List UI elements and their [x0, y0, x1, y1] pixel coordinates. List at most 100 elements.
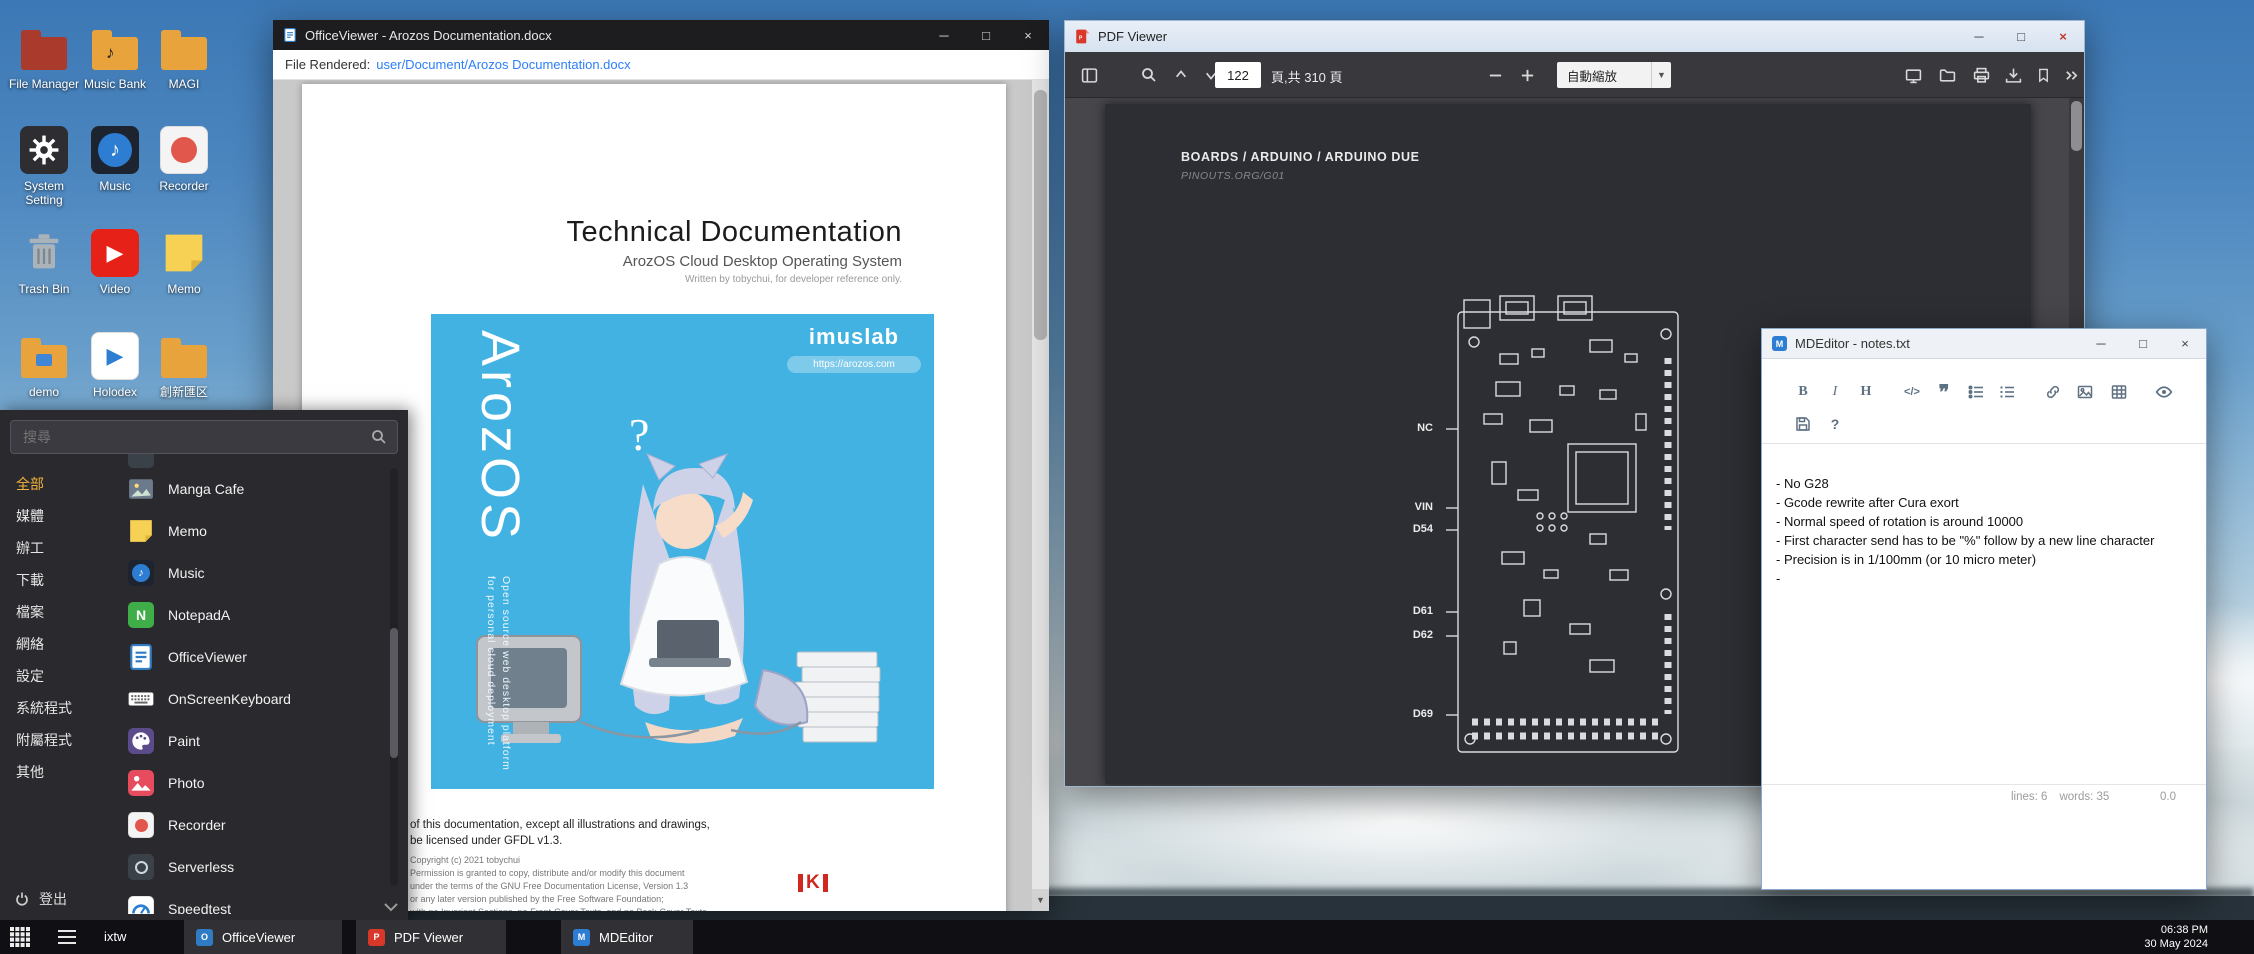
minimize-button[interactable]: ─	[2080, 329, 2122, 358]
taskbar-button-officeviewer[interactable]: O OfficeViewer	[184, 920, 342, 954]
document-title: Technical Documentation	[566, 216, 902, 249]
category-settings[interactable]: 設定	[0, 660, 118, 692]
maximize-button[interactable]: □	[2122, 329, 2164, 358]
minimize-button[interactable]: ─	[923, 20, 965, 50]
app-row-speedtest[interactable]: Speedtest	[118, 888, 386, 914]
gear-icon	[18, 124, 70, 176]
preview-eye-icon[interactable]	[2153, 381, 2175, 403]
download-icon[interactable]	[2003, 65, 2023, 85]
sidebar-toggle-icon[interactable]	[1079, 65, 1099, 85]
category-system[interactable]: 系統程式	[0, 692, 118, 724]
page-number-input[interactable]	[1215, 62, 1261, 88]
officeviewer-titlebar[interactable]: OfficeViewer - Arozos Documentation.docx…	[273, 20, 1049, 50]
search-icon[interactable]	[1139, 65, 1159, 85]
scroll-down-button[interactable]: ▼	[1032, 889, 1049, 911]
maximize-button[interactable]: □	[2000, 21, 2042, 52]
desktop-icon-recorder[interactable]: Recorder	[147, 124, 221, 193]
document-icon	[128, 644, 154, 670]
italic-icon[interactable]: I	[1824, 381, 1846, 403]
hamburger-menu-icon[interactable]	[58, 930, 76, 948]
help-icon[interactable]: ?	[1824, 413, 1846, 435]
app-row-officeviewer[interactable]: OfficeViewer	[118, 636, 386, 678]
category-other[interactable]: 其他	[0, 756, 118, 788]
markdown-text-area[interactable]: - No G28 - Gcode rewrite after Cura exor…	[1762, 444, 2162, 779]
open-file-icon[interactable]	[1937, 65, 1957, 85]
category-files[interactable]: 檔案	[0, 596, 118, 628]
maximize-button[interactable]: □	[965, 20, 1007, 50]
desktop-icon-video[interactable]: ▶ Video	[78, 227, 152, 296]
scrollbar-thumb[interactable]	[390, 628, 398, 758]
app-row-onscreenkeyboard[interactable]: OnScreenKeyboard	[118, 678, 386, 720]
search-input[interactable]	[11, 429, 371, 445]
close-button[interactable]: ×	[2042, 21, 2084, 52]
window-title: OfficeViewer - Arozos Documentation.docx	[305, 28, 552, 43]
svg-text:?: ?	[629, 409, 649, 460]
file-rendered-bar: File Rendered: user/Document/Arozos Docu…	[273, 50, 1049, 80]
bullet-list-icon[interactable]	[1965, 381, 1987, 403]
desktop-icon-file-manager[interactable]: File Manager	[7, 22, 81, 91]
quote-icon[interactable]: ❞	[1933, 381, 1955, 403]
app-row-memo[interactable]: Memo	[118, 510, 386, 552]
taskbar-button-mdeditor[interactable]: M MDEditor	[561, 920, 693, 954]
category-office[interactable]: 辦工	[0, 532, 118, 564]
scrollbar-thumb[interactable]	[2071, 101, 2082, 151]
pin-label: D69	[1373, 708, 1433, 720]
vertical-scrollbar[interactable]: ▼	[1032, 80, 1049, 911]
scrollbar-thumb[interactable]	[1034, 90, 1047, 340]
numbered-list-icon[interactable]	[1996, 381, 2018, 403]
start-grid-icon[interactable]	[10, 927, 30, 947]
app-row-serverless[interactable]: Serverless	[118, 846, 386, 888]
bookmark-icon[interactable]	[2033, 65, 2053, 85]
image-icon[interactable]	[2074, 381, 2096, 403]
mdeditor-titlebar[interactable]: M MDEditor - notes.txt ─ □ ×	[1762, 329, 2206, 359]
app-row-partial[interactable]	[118, 454, 386, 468]
save-icon[interactable]	[1792, 413, 1814, 435]
desktop-icon-holodex[interactable]: ▶ Holodex	[78, 330, 152, 399]
desktop-icon-music[interactable]: ♪ Music	[78, 124, 152, 193]
previous-page-icon[interactable]	[1171, 65, 1191, 85]
category-all[interactable]: 全部	[0, 468, 118, 500]
icon-label: Video	[78, 282, 152, 296]
search-bar[interactable]	[10, 420, 398, 454]
desktop-icon-system-setting[interactable]: System Setting	[7, 124, 81, 208]
category-accessories[interactable]: 附屬程式	[0, 724, 118, 756]
minimize-button[interactable]: ─	[1958, 21, 2000, 52]
taskbar: ixtw O OfficeViewer P PDF Viewer M MDEdi…	[0, 920, 2254, 954]
desktop-icon-folder[interactable]: 創新匯区	[147, 330, 221, 399]
category-download[interactable]: 下載	[0, 564, 118, 596]
print-icon[interactable]	[1971, 65, 1991, 85]
scroll-more-chevron-icon[interactable]	[383, 902, 399, 912]
zoom-in-icon[interactable]	[1517, 65, 1537, 85]
desktop-icon-magi[interactable]: MAGI	[147, 22, 221, 91]
category-media[interactable]: 媒體	[0, 500, 118, 532]
desktop-icon-demo[interactable]: demo	[7, 330, 81, 399]
table-icon[interactable]	[2108, 381, 2130, 403]
startmenu-scrollbar[interactable]	[390, 468, 398, 886]
bold-icon[interactable]: B	[1792, 381, 1814, 403]
close-button[interactable]: ×	[2164, 329, 2206, 358]
heading-icon[interactable]: H	[1855, 381, 1877, 403]
cover-url-badge: https://arozos.com	[787, 356, 921, 373]
desktop-icon-memo[interactable]: Memo	[147, 227, 221, 296]
app-row-paint[interactable]: Paint	[118, 720, 386, 762]
zoom-out-icon[interactable]	[1485, 65, 1505, 85]
close-button[interactable]: ×	[1007, 20, 1049, 50]
more-tools-icon[interactable]	[2061, 65, 2081, 85]
desktop-icon-trash-bin[interactable]: Trash Bin	[7, 227, 81, 296]
presentation-mode-icon[interactable]	[1903, 65, 1923, 85]
pdfviewer-titlebar[interactable]: P PDF Viewer ─ □ ×	[1065, 21, 2084, 52]
app-row-manga-cafe[interactable]: Manga Cafe	[118, 468, 386, 510]
link-icon[interactable]	[2042, 381, 2064, 403]
logout-button[interactable]: 登出	[0, 880, 67, 918]
app-row-music[interactable]: ♪ Music	[118, 552, 386, 594]
app-row-recorder[interactable]: Recorder	[118, 804, 386, 846]
taskbar-button-pdfviewer[interactable]: P PDF Viewer	[356, 920, 506, 954]
category-network[interactable]: 網絡	[0, 628, 118, 660]
text-line: - Precision is in 1/100mm (or 10 micro m…	[1776, 550, 2162, 569]
code-icon[interactable]: </>	[1901, 381, 1923, 403]
app-row-photo[interactable]: Photo	[118, 762, 386, 804]
zoom-select[interactable]: 自動縮放 ▼	[1557, 62, 1671, 88]
app-row-notepada[interactable]: N NotepadA	[118, 594, 386, 636]
desktop-icon-music-bank[interactable]: ♪ Music Bank	[78, 22, 152, 91]
file-path-link[interactable]: user/Document/Arozos Documentation.docx	[376, 57, 630, 72]
